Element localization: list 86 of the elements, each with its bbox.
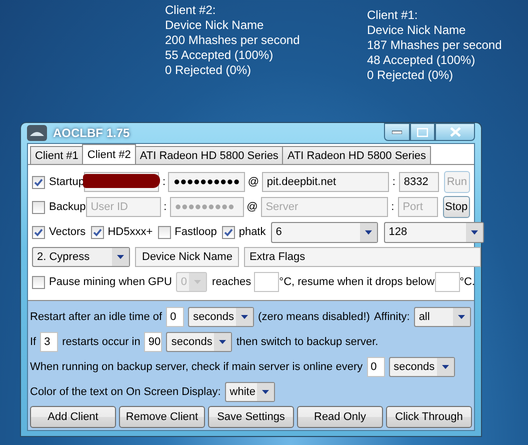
toolbar-button[interactable]: Add Client [30, 406, 116, 428]
failover-text: then switch to backup server. [236, 336, 378, 348]
app-icon [27, 125, 47, 141]
caret-icon [236, 308, 254, 326]
caret-icon [112, 248, 129, 266]
note-text: (zero means disabled!) [258, 310, 370, 322]
caret-icon [257, 382, 274, 400]
caret-icon [360, 222, 377, 242]
pause-text: °C. [460, 276, 475, 288]
port-field[interactable]: 8332 [398, 172, 439, 192]
password-field[interactable]: ●●●●●●●●●● [168, 172, 245, 192]
temp-field[interactable] [434, 272, 460, 292]
tab[interactable]: ATI Radeon HD 5800 Series [134, 146, 284, 164]
osd-text: Client #1: [367, 8, 419, 23]
recheck-text: When running on backup server, check if main server is online every [30, 360, 363, 372]
flags-field[interactable]: Extra Flags [244, 247, 482, 267]
osd-text: Client #2: [165, 3, 217, 18]
dropdown[interactable]: 2. Cypress [32, 247, 130, 267]
maximize-icon [417, 128, 428, 136]
nickname-field[interactable]: Device Nick Name [135, 247, 240, 267]
caret-icon [466, 222, 483, 242]
idle-time-field[interactable]: 0 [166, 306, 184, 326]
toolbar-button[interactable]: Remove Client [119, 406, 205, 428]
checkbox-label: Fastloop [174, 226, 217, 238]
checkbox[interactable] [32, 176, 45, 188]
osd-text: 0 Rejected (0%) [165, 63, 252, 78]
pause-text: reaches [212, 276, 252, 288]
affinity-label: Affinity: [374, 310, 410, 322]
toolbar-button[interactable]: Save Settings [208, 406, 294, 428]
count-field[interactable]: 3 [40, 332, 58, 352]
restart-text: Restart after an idle time of [30, 310, 162, 322]
color-label: Color of the text on On Screen Display: [30, 386, 221, 398]
caret-icon [189, 273, 206, 291]
pause-text: °C, resume when it drops below [279, 276, 435, 288]
close-icon [450, 127, 460, 137]
minimize-button[interactable] [384, 123, 410, 141]
osd-text: Device Nick Name [367, 23, 467, 38]
failover-text: restarts occur in [62, 336, 140, 348]
checkbox-label: Vectors [49, 226, 86, 238]
user-field[interactable] [84, 172, 160, 192]
dropdown[interactable]: white [224, 382, 276, 402]
failover-text: If [30, 336, 36, 348]
toolbar-button[interactable]: Click Through [386, 406, 472, 428]
caret-icon [214, 332, 232, 350]
separator-text: @ [246, 176, 260, 188]
dropdown[interactable]: seconds [166, 332, 232, 352]
time-field[interactable]: 90 [144, 332, 162, 352]
checkbox-label: phatk [238, 226, 266, 238]
action-button[interactable]: Stop [442, 196, 470, 218]
window-title: AOCLBF 1.75 [53, 126, 130, 140]
separator-text: : [162, 201, 168, 213]
separator-text: @ [246, 201, 259, 213]
separator-text: : [390, 201, 396, 213]
checkbox-label: Pause mining when GPU [49, 276, 172, 288]
checkbox[interactable] [32, 276, 45, 288]
dropdown[interactable]: all [414, 306, 471, 326]
checkbox[interactable] [32, 226, 45, 238]
osd-text: 48 Accepted (100%) [367, 53, 476, 68]
checkbox[interactable] [90, 226, 104, 238]
interval-field[interactable]: 0 [366, 356, 385, 376]
caret-icon [436, 358, 454, 376]
checkbox[interactable] [158, 226, 171, 238]
minimize-icon [392, 130, 402, 134]
separator-text: : [391, 176, 396, 188]
toolbar-button[interactable]: Read Only [297, 406, 383, 428]
osd-text: 0 Rejected (0%) [367, 68, 454, 83]
server-field[interactable]: pit.deepbit.net [262, 172, 389, 192]
checkbox-label: Backup [49, 201, 86, 213]
checkbox-label: HD5xxx+ [108, 226, 153, 238]
temp-field[interactable] [254, 272, 280, 292]
dropdown[interactable]: 6 [270, 222, 378, 242]
osd-text: 55 Accepted (100%) [165, 48, 274, 63]
checkbox[interactable] [222, 226, 235, 238]
checkbox[interactable] [32, 200, 45, 214]
tab[interactable]: ATI Radeon HD 5800 Series [282, 146, 432, 164]
close-button[interactable] [435, 123, 475, 141]
dropdown[interactable]: seconds [188, 306, 254, 326]
maximize-button[interactable] [410, 123, 435, 141]
osd-text: Device Nick Name [165, 18, 265, 33]
osd-text: 187 Mhashes per second [367, 38, 502, 53]
dropdown[interactable]: seconds [388, 356, 455, 376]
separator-text: : [161, 176, 166, 188]
tab[interactable]: Client #1 [30, 146, 84, 164]
dropdown[interactable]: 128 [384, 222, 484, 242]
osd-text: 200 Mhashes per second [165, 33, 300, 48]
caret-icon [452, 308, 470, 326]
